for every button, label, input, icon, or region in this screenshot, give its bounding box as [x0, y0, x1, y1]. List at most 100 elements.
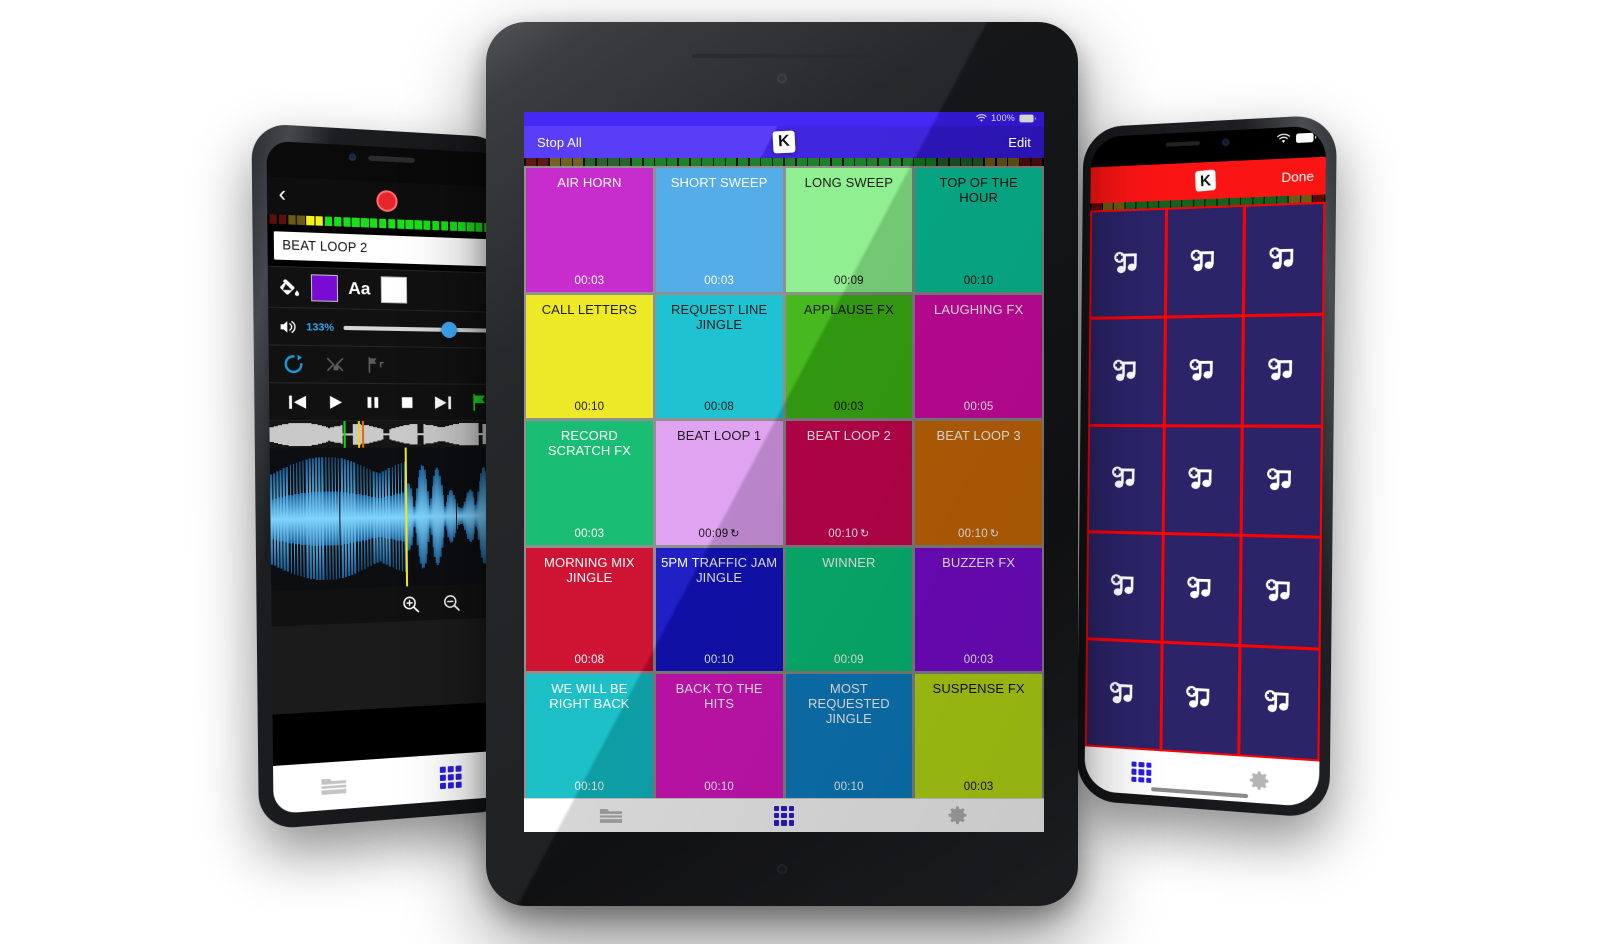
paint-bucket-icon[interactable] — [278, 276, 300, 299]
sound-pad-duration: 00:10 — [915, 275, 1042, 287]
edit-button[interactable]: Edit — [1008, 135, 1031, 150]
sound-pad-duration: 00:09 ↻ — [656, 527, 783, 540]
sound-pad[interactable]: BEAT LOOP 3 00:10 ↻ — [915, 421, 1042, 545]
sound-name-input[interactable]: BEAT LOOP 2 — [273, 231, 497, 267]
sound-pad[interactable]: 5PM TRAFFIC JAM JINGLE 00:10 — [655, 547, 783, 672]
right-phone-device: K Done — [1076, 114, 1337, 819]
vu-segment — [423, 220, 431, 230]
vu-segment — [414, 220, 422, 230]
sound-pad-title: TOP OF THE HOUR — [939, 175, 1018, 205]
done-button[interactable]: Done — [1281, 168, 1314, 185]
empty-sound-pad[interactable] — [1164, 426, 1241, 535]
vu-segment — [432, 220, 440, 231]
tab-folder[interactable] — [524, 806, 697, 825]
empty-sound-pad[interactable] — [1089, 426, 1163, 533]
skip-back-button[interactable] — [286, 392, 309, 411]
play-button[interactable] — [326, 392, 347, 411]
vu-segment — [620, 158, 631, 166]
style-row: Aa — [267, 265, 503, 313]
vu-segment — [596, 158, 607, 166]
record-button[interactable] — [376, 189, 398, 213]
home-button[interactable] — [777, 864, 787, 874]
vu-segment — [996, 158, 1007, 166]
folder-icon — [599, 806, 623, 825]
vu-segment — [1008, 158, 1019, 166]
sound-pad[interactable]: CALL LETTERS 00:10 — [526, 294, 653, 419]
sound-pad[interactable]: APPLAUSE FX 00:03 — [785, 294, 913, 419]
loop-icon: ↻ — [730, 527, 740, 540]
volume-slider-knob[interactable] — [441, 321, 458, 338]
sound-pad[interactable]: AIR HORN 00:03 — [526, 168, 653, 292]
sound-pad[interactable]: RECORD SCRATCH FX 00:03 — [526, 421, 653, 545]
empty-sound-pad[interactable] — [1162, 643, 1239, 755]
empty-sound-pad[interactable] — [1241, 537, 1320, 648]
waveform-display[interactable] — [269, 447, 506, 591]
sound-pad-title: REQUEST LINE JINGLE — [670, 301, 768, 332]
empty-sound-pad[interactable] — [1240, 647, 1319, 760]
empty-sound-pad[interactable] — [1165, 317, 1242, 425]
k-logo: K — [772, 130, 796, 154]
sound-pad[interactable]: REQUEST LINE JINGLE 00:08 — [655, 294, 783, 419]
right-phone-screen: K Done — [1084, 125, 1327, 808]
volume-slider[interactable] — [343, 321, 496, 338]
sound-pad[interactable]: WINNER 00:09 — [785, 547, 913, 672]
fill-color-swatch[interactable] — [310, 274, 339, 302]
sound-pad[interactable]: LONG SWEEP 00:09 — [785, 168, 913, 292]
stop-button[interactable] — [398, 393, 416, 411]
random-stop-icon[interactable] — [325, 355, 345, 375]
sound-pad[interactable]: SUSPENSE FX 00:03 — [915, 674, 1042, 798]
vu-segment — [387, 219, 396, 229]
vu-segment — [773, 158, 784, 166]
loop-mode-icon[interactable] — [282, 353, 304, 375]
vu-segment — [737, 158, 749, 166]
pause-button[interactable] — [363, 393, 381, 412]
empty-sound-pad[interactable] — [1087, 533, 1162, 641]
vu-segment — [297, 215, 305, 226]
duration-text: 00:03 — [963, 654, 994, 667]
empty-sound-pad[interactable] — [1244, 203, 1324, 314]
cue-marker-icon[interactable] — [365, 355, 384, 375]
vu-segment — [475, 222, 483, 232]
tab-grid[interactable] — [1085, 758, 1200, 786]
empty-sound-pad[interactable] — [1090, 318, 1164, 424]
vu-segment — [890, 158, 901, 166]
vu-segment — [973, 158, 984, 166]
waveform-overview[interactable] — [269, 420, 504, 449]
sound-pad[interactable]: LAUGHING FX 00:05 — [915, 294, 1042, 419]
tab-settings[interactable] — [871, 805, 1044, 826]
empty-sound-pad[interactable] — [1091, 209, 1166, 317]
vu-segment — [631, 158, 643, 166]
sound-pad-duration: 00:03 — [915, 781, 1042, 793]
empty-sound-pad[interactable] — [1166, 206, 1243, 316]
sound-pad[interactable]: BUZZER FX 00:03 — [915, 547, 1042, 672]
text-color-swatch[interactable] — [380, 276, 407, 304]
skip-forward-button[interactable] — [432, 393, 454, 411]
sound-pad[interactable]: TOP OF THE HOUR 00:10 — [915, 168, 1042, 292]
empty-sound-pad[interactable] — [1086, 640, 1161, 750]
zoom-out-icon[interactable] — [442, 592, 461, 612]
sound-pad[interactable]: BEAT LOOP 2 00:10 ↻ — [785, 421, 913, 545]
left-phone-screen: ‹ BEAT LOOP 2 Aa 133% — [266, 140, 508, 815]
zoom-in-icon[interactable] — [401, 594, 420, 614]
back-button[interactable]: ‹ — [278, 182, 293, 206]
sound-pad[interactable]: SHORT SWEEP 00:03 — [655, 168, 783, 292]
sound-pad[interactable]: BEAT LOOP 1 00:09 ↻ — [655, 421, 783, 545]
sound-pad-duration: 00:10 — [526, 401, 653, 413]
sound-pad[interactable]: MOST REQUESTED JINGLE 00:10 — [785, 674, 913, 798]
empty-sound-pad[interactable] — [1242, 427, 1321, 537]
sound-pad-duration: 00:09 — [786, 654, 913, 666]
vu-segment — [449, 221, 457, 231]
sound-pad[interactable]: MORNING MIX JINGLE 00:08 — [526, 547, 653, 672]
sound-pad[interactable]: WE WILL BE RIGHT BACK 00:10 — [526, 674, 653, 798]
empty-sound-pad[interactable] — [1163, 535, 1240, 645]
loop-icon: ↻ — [989, 527, 1000, 540]
sound-pad-duration: 00:05 — [915, 401, 1042, 413]
tab-grid[interactable] — [697, 805, 870, 826]
sound-pad[interactable]: BACK TO THE HITS 00:10 — [655, 674, 783, 798]
tab-folder[interactable] — [273, 771, 393, 800]
stop-all-button[interactable]: Stop All — [524, 135, 582, 150]
sound-pad-title: BACK TO THE HITS — [675, 681, 763, 712]
empty-sound-pad[interactable] — [1243, 315, 1323, 425]
vu-segment — [926, 158, 937, 166]
duration-text: 00:08 — [704, 401, 735, 414]
